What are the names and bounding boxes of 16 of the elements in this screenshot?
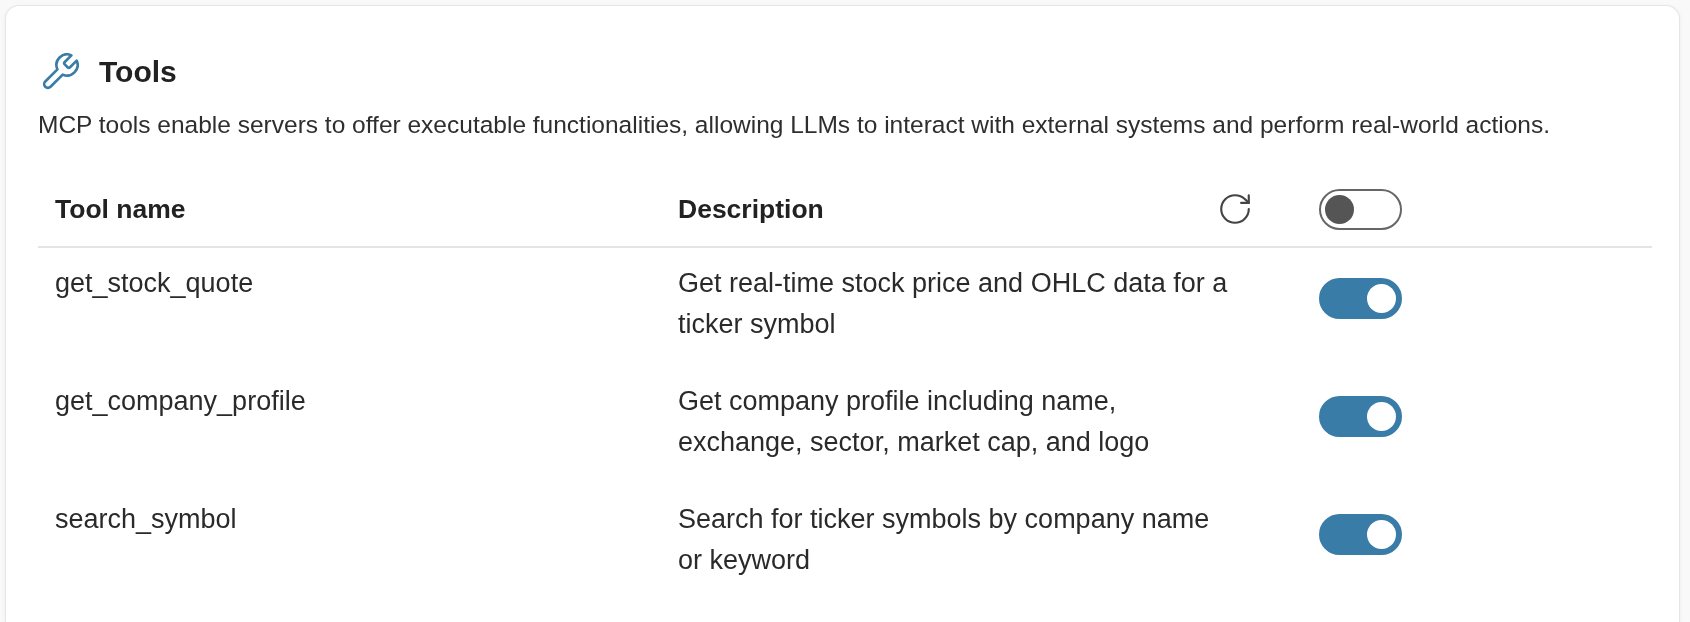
section-title: Tools (99, 55, 177, 89)
tool-toggle-switch[interactable] (1319, 514, 1402, 555)
column-header: Tool name (55, 193, 187, 225)
tool-toggle-switch[interactable] (1319, 278, 1402, 319)
tool-name: get_company_profile (55, 385, 307, 418)
tool-description: Get real-time stock price and OHLC data for a ticker symbol (678, 267, 1229, 341)
wrench-icon (41, 53, 79, 91)
refresh-icon[interactable] (1220, 194, 1250, 224)
tool-description: Get company profile including name, exchange, sector, market cap, and logo (678, 385, 1151, 459)
tool-toggle-switch[interactable] (1319, 396, 1402, 437)
tool-name: get_stock_quote (55, 267, 255, 300)
tool-name: search_symbol (55, 503, 238, 536)
section-description: MCP tools enable servers to offer executable functionalities, allowing LLMs to interact with external systems and perform real-world actions. (38, 110, 1551, 140)
tool-description: Search for ticker symbols by company name or keyword (678, 503, 1211, 577)
toggle-all-switch[interactable] (1319, 188, 1402, 230)
column-header: Description (678, 193, 825, 225)
